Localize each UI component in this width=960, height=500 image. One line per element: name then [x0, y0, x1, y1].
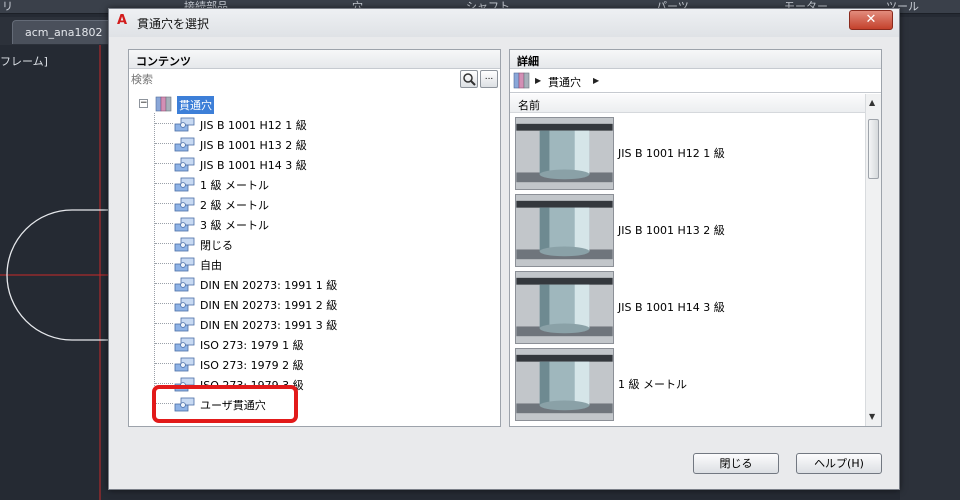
contents-panel: コンテンツ ... − 貫通穴 — [128, 49, 501, 427]
tree-item[interactable]: DIN EN 20273: 1991 1 級 — [155, 274, 485, 294]
tree-branch-line — [155, 383, 173, 384]
list-item-label: 1 級 メートル — [618, 378, 687, 391]
hole-part-icon — [174, 177, 195, 192]
dialog-title: 貫通穴を選択 — [137, 17, 210, 31]
tree-item-label: DIN EN 20273: 1991 3 級 — [200, 319, 338, 332]
tree-branch-line — [155, 343, 173, 344]
tree-branch-line — [155, 243, 173, 244]
tree-item[interactable]: 1 級 メートル — [155, 174, 485, 194]
tree-branch-line — [155, 363, 173, 364]
list-item[interactable]: 1 級 メートル — [510, 345, 865, 422]
hole-thumbnail — [515, 348, 614, 421]
collapse-icon[interactable]: − — [139, 99, 148, 108]
details-panel: 詳細 ▶ 貫通穴 ▶ 名前 JIS B 1001 H12 1 級 JIS B 1… — [509, 49, 882, 427]
contents-tree: − 貫通穴 JIS B 1001 H12 1 級 JIS B 1001 H13 … — [129, 91, 500, 426]
hole-part-icon — [174, 137, 195, 152]
tree-item[interactable]: DIN EN 20273: 1991 3 級 — [155, 314, 485, 334]
breadcrumb-arrow-icon[interactable]: ▶ — [593, 76, 599, 85]
close-dialog-button[interactable]: 閉じる — [693, 453, 779, 474]
list-item-label: JIS B 1001 H14 3 級 — [618, 301, 725, 314]
tree-branch-line — [155, 323, 173, 324]
hole-part-icon — [174, 237, 195, 252]
browse-button[interactable]: ... — [480, 70, 498, 88]
tree-item-label: DIN EN 20273: 1991 2 級 — [200, 299, 338, 312]
search-icon — [463, 73, 476, 86]
list-item[interactable]: JIS B 1001 H14 3 級 — [510, 268, 865, 345]
tree-branch-line — [155, 143, 173, 144]
hole-part-icon — [174, 277, 195, 292]
search-input[interactable] — [130, 70, 459, 88]
hole-part-icon — [174, 357, 195, 372]
list-item-label: JIS B 1001 H12 1 級 — [618, 147, 725, 160]
details-list: JIS B 1001 H12 1 級 JIS B 1001 H13 2 級 JI… — [510, 114, 865, 426]
contents-header: コンテンツ — [129, 50, 500, 69]
tree-branch-line — [155, 123, 173, 124]
tree-item[interactable]: ISO 273: 1979 1 級 — [155, 334, 485, 354]
close-icon: ✕ — [865, 12, 877, 27]
search-button[interactable] — [460, 70, 478, 88]
hole-part-icon — [174, 197, 195, 212]
tree-item-label: 閉じる — [200, 239, 233, 252]
tree-item-label: DIN EN 20273: 1991 1 級 — [200, 279, 338, 292]
autocad-app-icon: A — [117, 13, 128, 28]
hole-part-icon — [174, 117, 195, 132]
tree-item[interactable]: ISO 273: 1979 2 級 — [155, 354, 485, 374]
tree-root-label: 貫通穴 — [177, 96, 214, 114]
tree-item[interactable]: 閉じる — [155, 234, 485, 254]
breadcrumb: ▶ 貫通穴 ▶ — [510, 69, 881, 93]
hole-part-icon — [174, 297, 195, 312]
tree-item-label: 自由 — [200, 259, 222, 272]
tree-branch-line — [155, 303, 173, 304]
vertical-scrollbar[interactable]: ▲ ▼ — [865, 94, 881, 426]
hole-thumbnail — [515, 194, 614, 267]
tree-item[interactable]: JIS B 1001 H14 3 級 — [155, 154, 485, 174]
dialog-titlebar[interactable]: A 貫通穴を選択 ✕ — [109, 9, 899, 37]
details-header: 詳細 — [510, 50, 881, 69]
help-button[interactable]: ヘルプ(H) — [796, 453, 882, 474]
library-book-icon — [513, 72, 530, 89]
library-book-icon — [155, 96, 172, 112]
tree-item[interactable]: DIN EN 20273: 1991 2 級 — [155, 294, 485, 314]
tree-item[interactable]: 3 級 メートル — [155, 214, 485, 234]
tree-item-label: 2 級 メートル — [200, 199, 269, 212]
tree-item-label: 1 級 メートル — [200, 179, 269, 192]
breadcrumb-arrow-icon[interactable]: ▶ — [535, 76, 541, 85]
list-item[interactable]: JIS B 1001 H12 1 級 — [510, 114, 865, 191]
search-row: ... — [129, 69, 500, 91]
tree-item[interactable]: 2 級 メートル — [155, 194, 485, 214]
hole-thumbnail — [515, 271, 614, 344]
scrollbar-thumb[interactable] — [868, 119, 879, 179]
list-item[interactable]: JIS B 1001 H13 2 級 — [510, 191, 865, 268]
tree-item-label: JIS B 1001 H14 3 級 — [200, 159, 307, 172]
tree-item-label: JIS B 1001 H12 1 級 — [200, 119, 307, 132]
hole-part-icon — [174, 157, 195, 172]
close-button[interactable]: ✕ — [849, 10, 893, 30]
tree-item[interactable]: 自由 — [155, 254, 485, 274]
hole-part-icon — [174, 217, 195, 232]
tree-item-label: JIS B 1001 H13 2 級 — [200, 139, 307, 152]
tree-branch-line — [155, 203, 173, 204]
list-item-label: JIS B 1001 H13 2 級 — [618, 224, 725, 237]
column-header-name[interactable]: 名前 — [510, 94, 865, 113]
highlight-annotation — [152, 385, 298, 423]
scroll-down-icon[interactable]: ▼ — [869, 412, 875, 421]
tree-branch-line — [155, 223, 173, 224]
hole-part-icon — [174, 317, 195, 332]
tree-item-label: ISO 273: 1979 1 級 — [200, 339, 304, 352]
scroll-up-icon[interactable]: ▲ — [869, 98, 875, 107]
tree-item-label: 3 級 メートル — [200, 219, 269, 232]
tree-item-label: ISO 273: 1979 2 級 — [200, 359, 304, 372]
tree-branch-line — [155, 263, 173, 264]
tree-branch-line — [155, 163, 173, 164]
hole-part-icon — [174, 337, 195, 352]
tree-item[interactable]: JIS B 1001 H13 2 級 — [155, 134, 485, 154]
breadcrumb-item[interactable]: 貫通穴 — [548, 74, 581, 90]
tree-branch-line — [155, 283, 173, 284]
tree-branch-line — [155, 183, 173, 184]
hole-part-icon — [174, 257, 195, 272]
tree-item[interactable]: JIS B 1001 H12 1 級 — [155, 114, 485, 134]
hole-thumbnail — [515, 117, 614, 190]
